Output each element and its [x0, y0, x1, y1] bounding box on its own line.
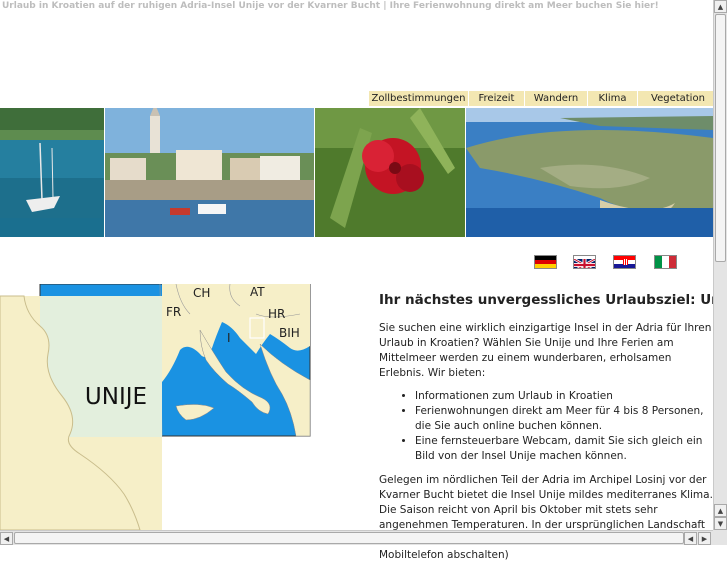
scroll-left-icon[interactable]: ◀ [0, 532, 13, 545]
scroll-left-icon[interactable]: ◀ [684, 532, 697, 545]
top-nav: Zollbestimmungen Freizeit Wandern Klima … [369, 91, 713, 106]
scroll-down-icon[interactable]: ▼ [714, 517, 727, 530]
unije-inset-map: UNIJE [0, 295, 162, 530]
sailboat-photo [0, 108, 104, 237]
nav-item-freizeit[interactable]: Freizeit [469, 91, 525, 106]
location-paragraph: Gelegen im nördlichen Teil der Adria im … [379, 474, 713, 561]
harbour-photo [105, 108, 314, 237]
flower-photo [315, 108, 465, 237]
page-heading: Ihr nächstes unvergessliches Urlaubsziel… [379, 292, 713, 308]
aerial-island-photo [466, 108, 713, 237]
horizontal-scrollbar[interactable]: ◀ ◀ ▶ [0, 530, 713, 545]
croatian-flag-icon[interactable] [613, 255, 636, 269]
list-item: Informationen zum Urlaub in Kroatien [415, 389, 713, 404]
main-content: Ihr nächstes unvergessliches Urlaubsziel… [379, 292, 713, 563]
map-label-ch: CH [193, 286, 210, 300]
intro-paragraph: Sie suchen eine wirklich einzigartige In… [379, 322, 712, 379]
location-map: CH AT FR HR I BIH UNIJE [0, 284, 311, 530]
nav-item-vegetation[interactable]: Vegetation [638, 91, 713, 106]
scrollbar-corner [713, 530, 727, 545]
scroll-up-icon[interactable]: ▲ [714, 504, 727, 517]
map-label-hr: HR [268, 307, 285, 321]
german-flag-icon[interactable] [534, 255, 557, 269]
horizontal-scroll-thumb[interactable] [14, 532, 684, 544]
list-item: Eine fernsteuerbare Webcam, damit Sie si… [415, 434, 713, 464]
scroll-right-icon[interactable]: ▶ [698, 532, 711, 545]
map-label-i: I [227, 331, 231, 345]
nav-item-klima[interactable]: Klima [588, 91, 638, 106]
nav-item-wandern[interactable]: Wandern [525, 91, 588, 106]
vertical-scrollbar[interactable]: ▲ ▲ ▼ [713, 0, 727, 530]
map-label-fr: FR [166, 305, 181, 319]
uk-flag-icon[interactable] [573, 255, 596, 269]
photo-banner [0, 108, 713, 237]
map-label-at: AT [250, 285, 265, 299]
island-name-label: UNIJE [85, 384, 147, 410]
italian-flag-icon[interactable] [654, 255, 677, 269]
list-item: Ferienwohnungen direkt am Meer für 4 bis… [415, 404, 713, 434]
vertical-scroll-thumb[interactable] [715, 14, 726, 262]
site-tagline: Urlaub in Kroatien auf der ruhigen Adria… [2, 1, 659, 11]
offer-list: Informationen zum Urlaub in Kroatien Fer… [379, 389, 713, 464]
scroll-up-icon[interactable]: ▲ [714, 0, 727, 13]
map-label-bih: BIH [279, 326, 300, 340]
nav-item-zollbestimmungen[interactable]: Zollbestimmungen [369, 91, 469, 106]
